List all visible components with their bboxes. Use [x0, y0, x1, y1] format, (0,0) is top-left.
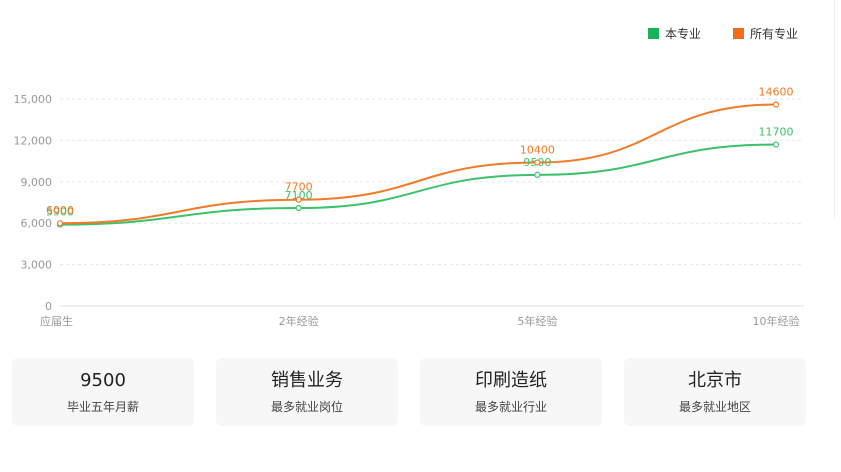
card-label: 最多就业地区 [678, 400, 751, 414]
data-point [295, 204, 302, 212]
y-tick-label: 0 [45, 300, 52, 313]
summary-cards: 9500 毕业五年月薪 销售业务 最多就业岗位 印刷造纸 最多就业行业 北京市 … [12, 358, 806, 426]
card-value: 印刷造纸 [475, 370, 547, 391]
data-point [295, 196, 302, 203]
data-label: 6000 [46, 204, 74, 217]
card-label: 最多就业行业 [474, 400, 547, 414]
y-tick-label: 12,000 [14, 134, 53, 147]
data-point [772, 101, 780, 108]
data-label: 14600 [759, 86, 794, 99]
x-tick-label: 2年经验 [279, 314, 319, 328]
series-line-1 [59, 143, 777, 226]
y-tick-label: 6,000 [21, 217, 53, 230]
y-tick-label: 9,000 [21, 176, 53, 189]
card-value: 北京市 [688, 370, 742, 391]
card-value: 9500 [80, 370, 126, 391]
y-tick-label: 15,000 [14, 93, 53, 106]
summary-card-position: 销售业务 最多就业岗位 [216, 358, 398, 426]
data-point [772, 141, 780, 148]
data-label: 7700 [285, 181, 313, 194]
card-value: 销售业务 [271, 370, 343, 391]
data-point [56, 220, 64, 227]
salary-line-chart: 0 3,000 6,000 9,000 12,000 15,000 应届生 2年经验 5年经验 1… [14, 86, 804, 328]
summary-card-industry: 印刷造纸 最多就业行业 [420, 358, 602, 426]
data-label: 11700 [759, 126, 794, 139]
summary-card-region: 北京市 最多就业地区 [624, 358, 806, 426]
data-label: 10400 [520, 143, 555, 156]
data-point [534, 159, 541, 166]
x-tick-label: 应届生 [40, 314, 73, 328]
data-point [534, 171, 541, 178]
series-line-2 [59, 103, 777, 225]
summary-card-salary: 9500 毕业五年月薪 [12, 358, 194, 426]
card-label: 最多就业岗位 [270, 400, 343, 414]
card-label: 毕业五年月薪 [66, 400, 139, 414]
x-tick-label: 5年经验 [517, 314, 557, 328]
x-tick-label: 10年经验 [753, 314, 800, 328]
y-tick-label: 3,000 [21, 259, 53, 272]
